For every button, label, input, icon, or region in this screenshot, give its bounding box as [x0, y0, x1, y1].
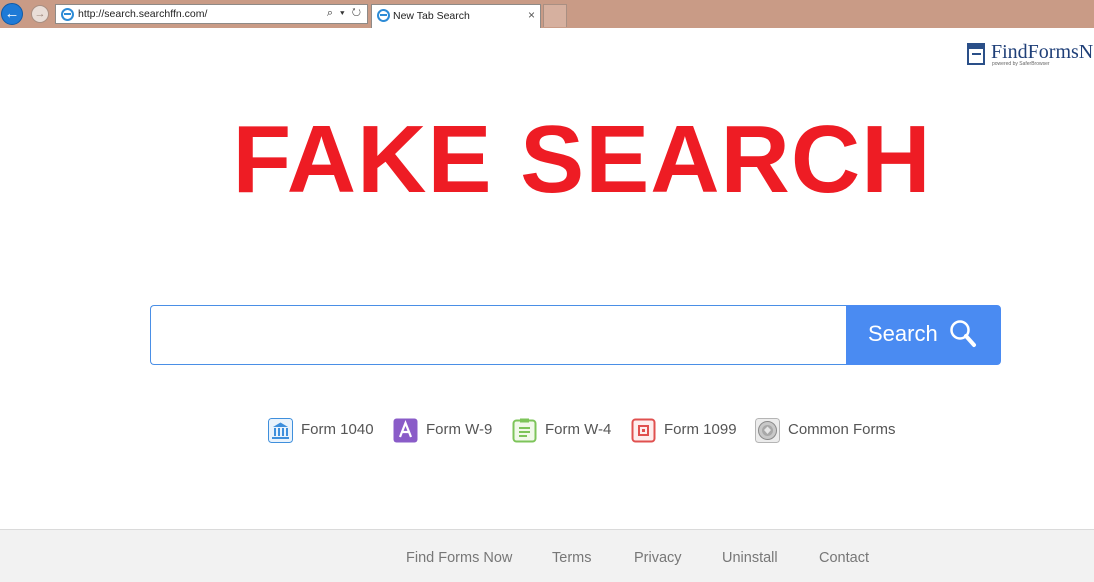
address-tools[interactable]: ⌕ ▾ ↻ [327, 7, 363, 20]
logo-subtext: powered by SaferBrowser [992, 61, 1050, 67]
page: ← → http://search.searchffn.com/ ⌕ ▾ ↻ N… [0, 0, 1094, 582]
bank-icon [268, 418, 293, 443]
fake-search-headline: FAKE SEARCH [232, 106, 932, 213]
tab-new-tab-search[interactable]: New Tab Search × [371, 4, 541, 28]
footer-link-contact[interactable]: Contact [819, 550, 869, 566]
address-bar[interactable]: http://search.searchffn.com/ ⌕ ▾ ↻ [55, 4, 368, 24]
footer-link-terms[interactable]: Terms [552, 550, 591, 566]
search-button-label: Search [868, 321, 938, 346]
form-label-w9: Form W-9 [426, 421, 493, 438]
forward-arrow-icon: → [34, 8, 46, 20]
form-label-common: Common Forms [788, 421, 896, 438]
findforms-logo[interactable]: FindFormsN powered by SaferBrowser [966, 42, 1094, 72]
form-links: Form 1040 Form W-9 Form W-4 Form 1099 Co… [0, 414, 1094, 446]
calendar-icon [631, 418, 656, 443]
document-icon [967, 43, 985, 65]
new-tab-button[interactable] [543, 4, 567, 27]
forward-button[interactable]: → [31, 5, 49, 23]
notepad-icon [512, 418, 537, 443]
form-label-1040: Form 1040 [301, 421, 374, 438]
tab-title: New Tab Search [393, 10, 470, 22]
footer-link-uninstall[interactable]: Uninstall [722, 550, 778, 566]
ie-icon [61, 8, 74, 21]
footer: Find Forms Now Terms Privacy Uninstall C… [0, 529, 1094, 582]
form-label-w4: Form W-4 [545, 421, 612, 438]
close-icon[interactable]: × [528, 8, 535, 22]
address-url[interactable]: http://search.searchffn.com/ [78, 8, 207, 20]
browser-toolbar: ← → http://search.searchffn.com/ ⌕ ▾ ↻ N… [0, 0, 1094, 28]
search-icon [950, 320, 976, 347]
back-arrow-icon: ← [4, 5, 20, 22]
form-label-1099: Form 1099 [664, 421, 737, 438]
search-button[interactable]: Search [846, 305, 1001, 365]
footer-link-privacy[interactable]: Privacy [634, 550, 682, 566]
letter-a-icon [393, 418, 418, 443]
footer-link-find-forms-now[interactable]: Find Forms Now [406, 550, 512, 566]
ie-tab-icon [377, 9, 390, 22]
back-button[interactable]: ← [1, 3, 23, 25]
seal-icon [755, 418, 780, 443]
search-input[interactable] [150, 305, 847, 365]
